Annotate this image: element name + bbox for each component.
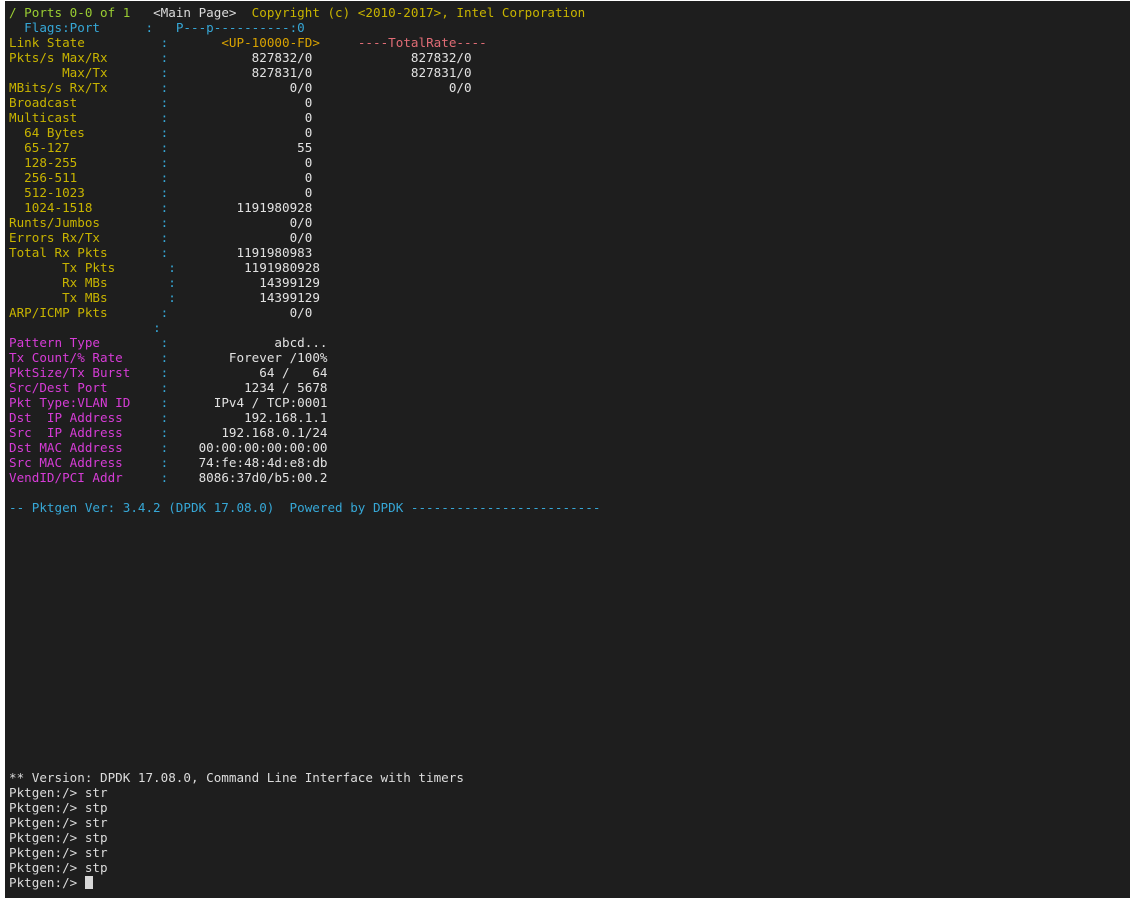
stat-label: 128-255 bbox=[24, 155, 78, 170]
config-value: 192.168.0.1/24 bbox=[221, 425, 328, 440]
history-command: stp bbox=[84, 860, 108, 875]
stat-value: 0 bbox=[304, 95, 313, 110]
footer-dashes: ------------------------- bbox=[410, 500, 601, 515]
stat-label: 65-127 bbox=[24, 140, 70, 155]
config-label: Pkt Type:VLAN ID bbox=[9, 395, 131, 410]
config-value: 1234 / 5678 bbox=[244, 380, 328, 395]
history-command: stp bbox=[84, 800, 108, 815]
history-command: str bbox=[84, 785, 108, 800]
stat-label: Total Rx Pkts bbox=[9, 245, 108, 260]
stat-value: 1191980928 bbox=[236, 200, 313, 215]
stat-value: 0 bbox=[304, 155, 313, 170]
config-label: Tx Count/% Rate bbox=[9, 350, 123, 365]
cli-banner: ** Version: DPDK 17.08.0, Command Line I… bbox=[9, 770, 464, 785]
prompt: Pktgen:/> bbox=[9, 815, 85, 830]
config-label: Src/Dest Port bbox=[9, 380, 108, 395]
stat-total: 827832/0 bbox=[410, 50, 472, 65]
config-value: abcd... bbox=[274, 335, 328, 350]
stat-value: 14399129 bbox=[259, 275, 320, 290]
stat-label: 256-511 bbox=[24, 170, 78, 185]
stat-label: MBits/s Rx/Tx bbox=[9, 80, 108, 95]
stat-value: 14399129 bbox=[259, 290, 320, 305]
config-value: IPv4 / TCP:0001 bbox=[213, 395, 328, 410]
stat-label: Pkts/s Max/Rx bbox=[9, 50, 108, 65]
stat-value: 827831/0 bbox=[251, 65, 313, 80]
command-line[interactable]: ** Version: DPDK 17.08.0, Command Line I… bbox=[9, 770, 464, 890]
stat-label: Max/Tx bbox=[62, 65, 108, 80]
stat-value: 0/0 bbox=[289, 230, 313, 245]
stat-value: 827832/0 bbox=[251, 50, 313, 65]
stat-value: 0 bbox=[304, 170, 313, 185]
text-cursor[interactable] bbox=[84, 876, 93, 889]
config-label: Dst MAC Address bbox=[9, 440, 123, 455]
config-value: 00:00:00:00:00:00 bbox=[198, 440, 328, 455]
link-state-value: <UP-10000-FD> bbox=[221, 35, 320, 50]
stat-label: Runts/Jumbos bbox=[9, 215, 100, 230]
prompt: Pktgen:/> bbox=[9, 845, 85, 860]
config-value: 64 / 64 bbox=[259, 365, 328, 380]
powered-by: Powered by DPDK bbox=[289, 500, 404, 515]
stat-total: 827831/0 bbox=[410, 65, 472, 80]
stat-label: Tx MBs bbox=[62, 290, 108, 305]
stat-total: 0/0 bbox=[448, 80, 472, 95]
stat-label: Multicast bbox=[9, 110, 78, 125]
config-label: Src MAC Address bbox=[9, 455, 123, 470]
prompt: Pktgen:/> bbox=[9, 785, 85, 800]
stat-value: 0/0 bbox=[289, 305, 313, 320]
stat-value: 1191980983 bbox=[236, 245, 313, 260]
config-label: PktSize/Tx Burst bbox=[9, 365, 131, 380]
pktgen-main-page: / Ports 0-0 of 1 <Main Page> Copyright (… bbox=[9, 5, 601, 515]
prompt: Pktgen:/> bbox=[9, 800, 85, 815]
stat-value: 1191980928 bbox=[244, 260, 320, 275]
history-command: stp bbox=[84, 830, 108, 845]
stat-label: 1024-1518 bbox=[24, 200, 93, 215]
config-value: 74:fe:48:4d:e8:db bbox=[198, 455, 328, 470]
stat-label: 64 Bytes bbox=[24, 125, 85, 140]
config-label: Src IP Address bbox=[9, 425, 123, 440]
history-command: str bbox=[84, 815, 108, 830]
config-label: Dst IP Address bbox=[9, 410, 123, 425]
stat-label: Broadcast bbox=[9, 95, 78, 110]
stat-value: 0 bbox=[304, 110, 313, 125]
config-value: 192.168.1.1 bbox=[244, 410, 328, 425]
stat-label: ARP/ICMP Pkts bbox=[9, 305, 108, 320]
stat-label: 512-1023 bbox=[24, 185, 85, 200]
stat-value: 55 bbox=[297, 140, 313, 155]
config-value: 8086:37d0/b5:00.2 bbox=[198, 470, 328, 485]
page-name: <Main Page> bbox=[153, 5, 237, 20]
stat-value: 0/0 bbox=[289, 80, 313, 95]
total-rate-title: ----TotalRate---- bbox=[357, 35, 487, 50]
config-label: VendID/PCI Addr bbox=[9, 470, 123, 485]
prompt: Pktgen:/> bbox=[9, 830, 85, 845]
stat-label: Rx MBs bbox=[62, 275, 108, 290]
stat-value: 0 bbox=[304, 185, 313, 200]
copyright-text: Copyright (c) <2010-2017>, Intel Corpora… bbox=[251, 5, 586, 20]
stat-value: 0 bbox=[304, 125, 313, 140]
prompt: Pktgen:/> bbox=[9, 860, 85, 875]
ports-indicator: / Ports 0-0 of 1 bbox=[9, 5, 131, 20]
flags-value: P---p----------:0 bbox=[175, 20, 305, 35]
prompt: Pktgen:/> bbox=[9, 875, 85, 890]
flags-label: Flags:Port bbox=[24, 20, 100, 35]
stat-label: Tx Pkts bbox=[62, 260, 116, 275]
history-command: str bbox=[84, 845, 108, 860]
config-label: Pattern Type bbox=[9, 335, 100, 350]
config-value: Forever /100% bbox=[228, 350, 328, 365]
terminal-window[interactable]: / Ports 0-0 of 1 <Main Page> Copyright (… bbox=[5, 1, 1130, 898]
stat-value: 0/0 bbox=[289, 215, 313, 230]
stat-label: Errors Rx/Tx bbox=[9, 230, 100, 245]
link-state-label: Link State bbox=[9, 35, 85, 50]
pktgen-version: -- Pktgen Ver: 3.4.2 (DPDK 17.08.0) bbox=[9, 500, 275, 515]
